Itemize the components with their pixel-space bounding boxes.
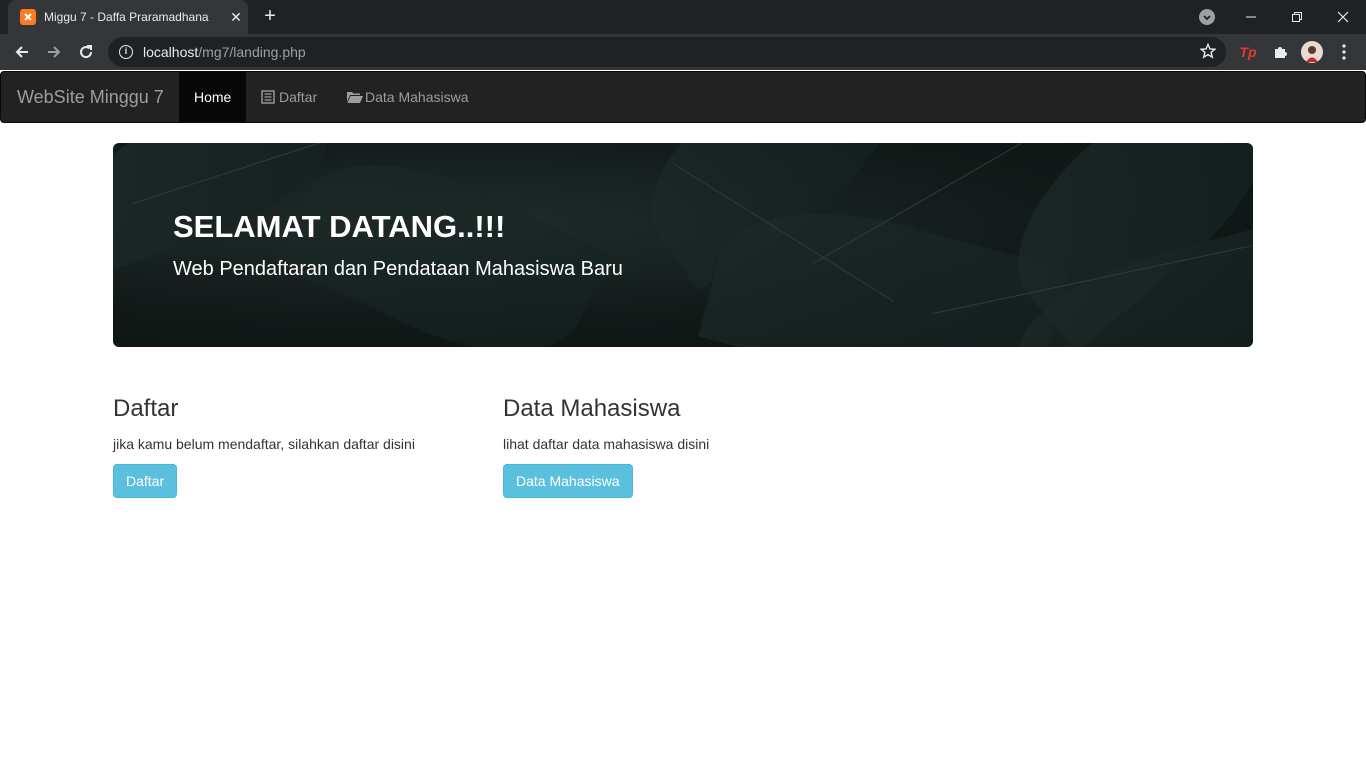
reload-icon[interactable] [73,39,99,65]
browser-menu-icon[interactable] [1333,41,1355,63]
section-daftar: Daftar jika kamu belum mendaftar, silahk… [113,395,415,498]
browser-tabbar: Miggu 7 - Daffa Praramadhana ✕ + [0,0,1366,34]
daftar-button[interactable]: Daftar [113,464,178,498]
section-heading: Daftar [113,395,179,422]
bookmark-star-icon[interactable] [1199,42,1217,64]
jumbotron-title: SELAMAT DATANG..!!! [173,209,506,244]
xampp-favicon-icon [20,9,36,25]
list-alt-icon [261,90,275,104]
navbar-brand[interactable]: WebSite Minggu 7 [17,72,164,122]
section-text: lihat daftar data mahasiswa disini [503,436,710,452]
tab-close-icon[interactable]: ✕ [228,9,244,26]
tab-title: Miggu 7 - Daffa Praramadhana [44,10,209,24]
section-text: jika kamu belum mendaftar, silahkan daft… [113,436,415,452]
jumbotron-subtitle: Web Pendaftaran dan Pendataan Mahasiswa … [173,258,623,280]
tab-search-icon[interactable] [1199,9,1215,25]
section-data-mahasiswa: Data Mahasiswa lihat daftar data mahasis… [503,395,709,498]
nav-item-home[interactable]: Home [179,72,246,122]
section-heading: Data Mahasiswa [503,395,681,422]
nav-item-daftar[interactable]: Daftar [246,72,332,122]
address-bar[interactable]: i localhost/mg7/landing.php [108,37,1226,67]
restore-icon[interactable] [1274,0,1320,34]
browser-toolbar: i localhost/mg7/landing.php [0,34,1366,70]
back-arrow-icon[interactable] [9,39,35,65]
extension-tp-icon[interactable]: Tp [1237,41,1259,63]
minimize-icon[interactable] [1228,0,1274,34]
browser-tab[interactable]: Miggu 7 - Daffa Praramadhana ✕ [8,0,248,34]
extensions-puzzle-icon[interactable] [1269,41,1291,63]
url-text: localhost/mg7/landing.php [143,44,306,60]
forward-arrow-icon[interactable] [41,39,67,65]
jumbotron-banner: SELAMAT DATANG..!!! Web Pendaftaran dan … [113,143,1253,347]
profile-avatar[interactable] [1301,41,1323,63]
data-mahasiswa-button[interactable]: Data Mahasiswa [503,464,633,498]
folder-open-icon [346,90,364,104]
nav-item-data-mahasiswa[interactable]: Data Mahasiswa [331,72,484,122]
new-tab-plus-icon[interactable]: + [259,6,281,28]
site-navbar: WebSite Minggu 7 Home Daftar Data Mahasi… [0,71,1366,123]
site-info-icon[interactable]: i [119,45,133,59]
close-window-icon[interactable] [1320,0,1366,34]
